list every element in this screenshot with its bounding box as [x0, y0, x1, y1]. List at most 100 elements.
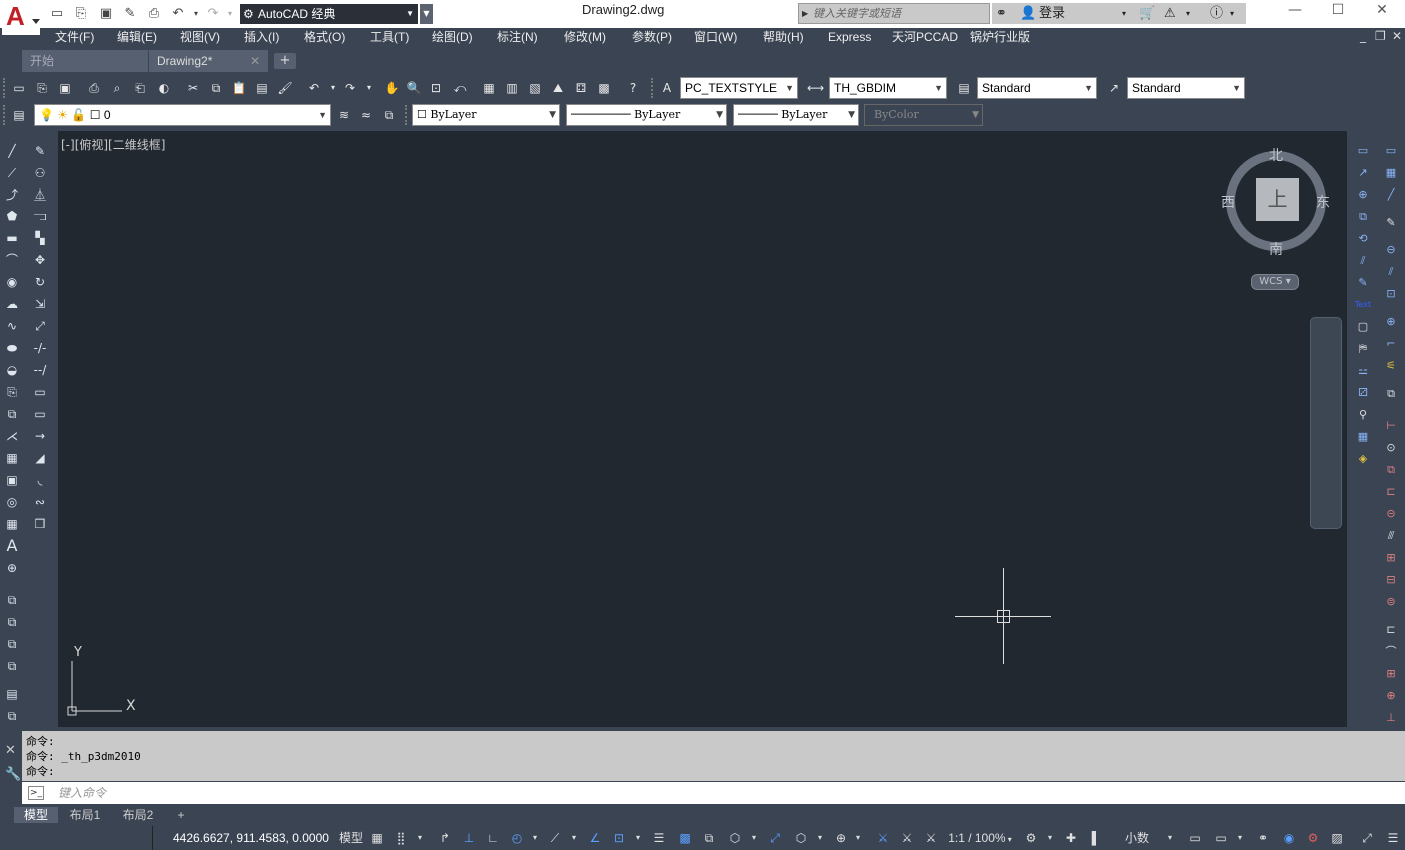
ellipse-arc-icon[interactable]: ◒ — [3, 361, 21, 379]
drawing-area[interactable]: [-][俯视][二维线框] 上 北 南 东 西 WCS ▾ Y X — [58, 131, 1347, 727]
menu-view[interactable]: 视图(V) — [180, 29, 220, 46]
menu-pccad[interactable]: 天河PCCAD — [892, 29, 958, 46]
dynamic-ucs-icon[interactable]: ⤢ — [766, 830, 784, 846]
sheet-set-icon[interactable]: ⛰ — [550, 80, 566, 96]
draw-order-icon[interactable]: ⧉ — [3, 591, 21, 609]
selection-filter-icon[interactable]: ⬡ — [792, 830, 810, 846]
object-snap-icon[interactable]: ⊡ — [610, 830, 628, 846]
cart-icon[interactable]: 🛒 — [1139, 3, 1155, 24]
make-current-layer-icon[interactable]: ≋ — [336, 107, 352, 123]
pccad-tool-icon[interactable]: ⚂ — [1354, 384, 1372, 402]
ellipse-icon[interactable]: ⬬ — [3, 339, 21, 357]
pccad-tool-icon[interactable]: ⊞ — [1382, 549, 1400, 567]
pan-icon[interactable]: ✋ — [384, 80, 400, 96]
minimize-button[interactable]: — — [1272, 0, 1318, 22]
array-icon[interactable]: ▚ — [31, 229, 49, 247]
pccad-tool-icon[interactable]: ↗ — [1354, 164, 1372, 182]
menu-tools[interactable]: 工具(T) — [370, 29, 409, 46]
pccad-tool-icon[interactable]: ⧉ — [1382, 385, 1400, 403]
match-properties-icon[interactable]: 🖌 — [277, 80, 293, 96]
text-style-icon[interactable]: A — [659, 80, 675, 96]
wrench-icon[interactable]: 🔧 — [5, 767, 21, 782]
3d-print-icon[interactable]: ◐ — [156, 80, 172, 96]
menu-edit[interactable]: 编辑(E) — [117, 29, 157, 46]
break-icon[interactable]: ▭ — [31, 405, 49, 423]
copy-icon[interactable]: ⧉ — [208, 80, 224, 96]
command-window-handle[interactable]: ✕ 🔧 — [0, 731, 22, 803]
command-prompt-icon[interactable]: >_ — [28, 786, 44, 800]
quick-access-customize-button[interactable]: ▼ — [420, 4, 433, 24]
lineweight-select[interactable]: ────── ByLayer ▼ — [733, 104, 859, 126]
design-center-icon[interactable]: ▥ — [504, 80, 520, 96]
annotation-visibility-icon[interactable]: ⚔ — [874, 830, 892, 846]
menu-dimension[interactable]: 标注(N) — [497, 29, 538, 46]
full-screen-icon[interactable]: ⤢ — [1358, 830, 1376, 846]
pccad-tool-icon[interactable]: ◈ — [1354, 450, 1372, 468]
menu-express[interactable]: Express — [828, 29, 871, 46]
extend-icon[interactable]: --/ — [31, 361, 49, 379]
save-icon[interactable]: ▣ — [57, 80, 73, 96]
copy-object-icon[interactable]: ⚇ — [31, 164, 49, 182]
erase-icon[interactable]: ✎ — [31, 142, 49, 160]
login-label[interactable]: 登录 — [1039, 3, 1065, 24]
search-input[interactable]: ▶ 键入关键字或短语 — [798, 3, 990, 24]
gizmo-dropdown-icon[interactable]: ▾ — [852, 830, 864, 846]
mleader-style-icon[interactable]: ↗ — [1106, 80, 1122, 96]
add-selected-icon[interactable]: ⊕ — [3, 559, 21, 577]
viewcube-top-face[interactable]: 上 — [1256, 178, 1299, 221]
plot-style-select[interactable]: ByColor ▼ — [864, 104, 983, 126]
zoom-realtime-icon[interactable]: 🔍 — [406, 80, 422, 96]
clean-screen-icon[interactable]: ⚙ — [1304, 830, 1322, 846]
polygon-icon[interactable]: ⬟ — [3, 207, 21, 225]
pccad-tool-icon[interactable]: ▢ — [1354, 318, 1372, 336]
tab-layout1[interactable]: 布局1 — [62, 807, 108, 823]
toolbar-grip[interactable] — [3, 78, 6, 98]
join-icon[interactable]: → — [31, 427, 49, 445]
hatch-icon[interactable]: ▦ — [3, 449, 21, 467]
compass-north[interactable]: 北 — [1269, 145, 1283, 165]
layer-select[interactable]: 💡 ☀ 🔓 ☐ 0 ▼ — [34, 104, 331, 126]
pccad-tool-icon[interactable]: ⫻ — [1382, 527, 1400, 545]
help-icon[interactable]: ? — [625, 80, 641, 96]
login-dropdown-icon[interactable]: ▾ — [1122, 3, 1126, 24]
annotation-monitor-icon[interactable]: ✚ — [1062, 830, 1080, 846]
mirror-icon[interactable]: ⏅ — [31, 186, 49, 204]
tab-layout2[interactable]: 布局2 — [114, 807, 162, 823]
annotation-scale-icon[interactable]: ⚔ — [922, 830, 940, 846]
ortho-icon[interactable]: ∟ — [484, 830, 502, 846]
object-snap-tracking-icon[interactable]: ∠ — [586, 830, 604, 846]
toolbar-grip[interactable] — [405, 105, 408, 125]
menu-boiler[interactable]: 锅炉行业版 — [970, 29, 1030, 46]
user-icon[interactable]: 👤 — [1020, 3, 1036, 24]
pccad-tool-icon[interactable]: ✎ — [1354, 274, 1372, 292]
new-tab-button[interactable]: + — [274, 53, 296, 69]
make-block-icon[interactable]: ⧉ — [3, 405, 21, 423]
close-button[interactable]: ✕ — [1359, 0, 1405, 22]
close-icon[interactable]: ✕ — [5, 743, 16, 758]
spline-icon[interactable]: ∿ — [3, 317, 21, 335]
pccad-tool-icon[interactable]: ▦ — [1382, 164, 1400, 182]
publish-icon[interactable]: ⎗ — [132, 80, 148, 96]
save-as-icon[interactable]: ✎ — [122, 6, 138, 21]
workspace-selector[interactable]: ⚙ AutoCAD 经典 ▼ — [240, 4, 418, 24]
pccad-tool-icon[interactable]: ╱ — [1382, 186, 1400, 204]
pccad-tool-icon[interactable]: ⧉ — [1382, 461, 1400, 479]
command-input[interactable]: >_ 键入命令 — [22, 782, 1405, 804]
toolbar-grip[interactable] — [651, 78, 654, 98]
hatch-back-icon[interactable]: ⧉ — [3, 707, 21, 725]
exchange-icon[interactable]: ⚠ — [1164, 3, 1176, 24]
layer-state-icon[interactable]: ⧉ — [381, 107, 397, 123]
pccad-table-icon[interactable]: ▦ — [1354, 428, 1372, 446]
circle-icon[interactable]: ◉ — [3, 273, 21, 291]
transparency-icon[interactable]: ▩ — [676, 830, 694, 846]
paste-block-icon[interactable]: ▤ — [254, 80, 270, 96]
layer-properties-icon[interactable]: ▤ — [11, 107, 27, 123]
menu-format[interactable]: 格式(O) — [304, 29, 345, 46]
infer-constraints-icon[interactable]: ↱ — [436, 830, 454, 846]
osnap-dropdown-icon[interactable]: ▾ — [632, 830, 644, 846]
compass-west[interactable]: 西 — [1221, 192, 1235, 212]
cut-icon[interactable]: ✂ — [185, 80, 201, 96]
lock-ui-icon[interactable]: ▭ — [1212, 830, 1230, 846]
table-icon[interactable]: ▦ — [3, 515, 21, 533]
new-icon[interactable]: ▭ — [11, 80, 27, 96]
